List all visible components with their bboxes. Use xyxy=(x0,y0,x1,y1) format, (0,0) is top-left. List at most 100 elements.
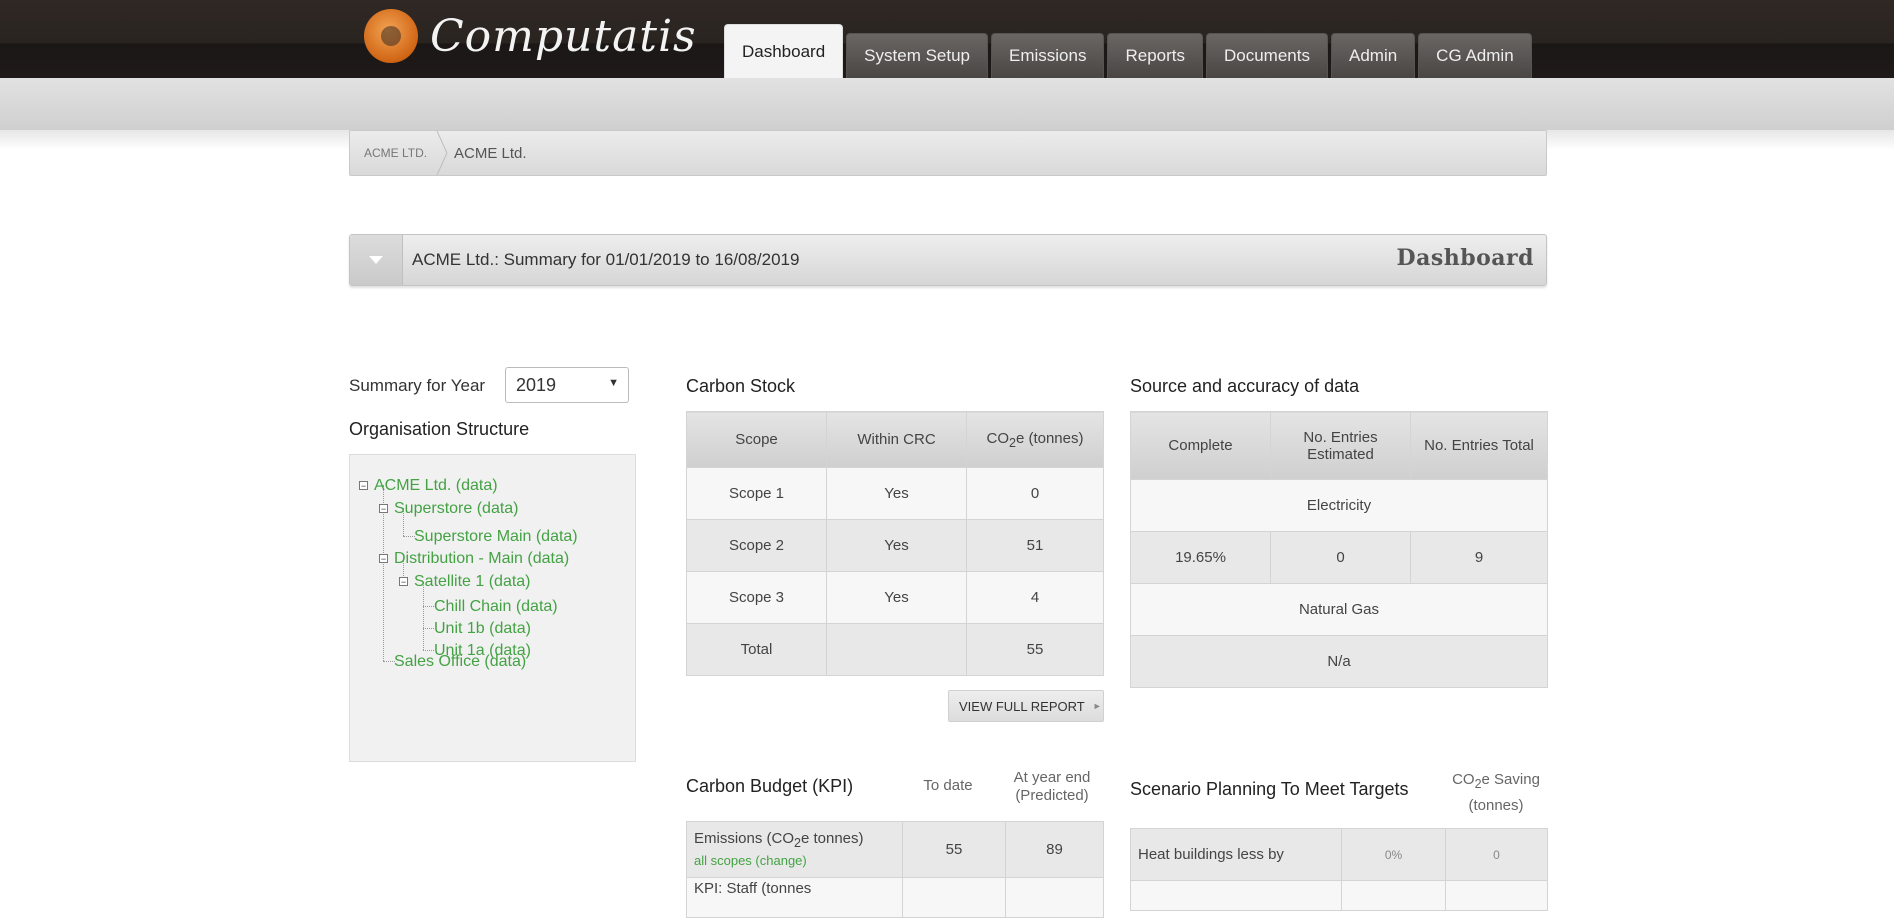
org-structure-heading: Organisation Structure xyxy=(349,419,530,439)
col-header-year-end: At year end (Predicted) xyxy=(1013,769,1091,804)
tab-emissions[interactable]: Emissions xyxy=(991,33,1105,78)
cell-scope: Scope 2 xyxy=(686,519,827,572)
section-row: Natural Gas xyxy=(1130,583,1548,636)
section-row: Electricity xyxy=(1130,479,1548,532)
logo[interactable]: Computatis xyxy=(364,6,697,66)
table-row: Emissions (CO2e tonnes) all scopes (chan… xyxy=(686,821,1104,878)
source-accuracy-table: Complete No. Entries Estimated No. Entri… xyxy=(1130,411,1548,688)
tree-node-unit-1b[interactable]: Unit 1b (data) xyxy=(434,620,531,638)
cell-scenario-percent xyxy=(1341,880,1446,911)
col-header-scope: Scope xyxy=(686,411,827,468)
cell-co2e: 55 xyxy=(966,623,1104,676)
view-full-report-label: VIEW FULL REPORT xyxy=(959,698,1085,714)
cell-complete: 19.65% xyxy=(1130,531,1271,584)
year-select-label: Summary for Year xyxy=(349,376,486,395)
carbon-budget-table: Emissions (CO2e tonnes) all scopes (chan… xyxy=(686,821,1104,918)
table-row: Scope 3 Yes 4 xyxy=(686,571,1104,624)
cell-scope: Scope 1 xyxy=(686,467,827,520)
cell-scenario-label: Heat buildings less by xyxy=(1130,828,1342,881)
collapse-icon[interactable]: − xyxy=(359,481,368,491)
main-tabs: Dashboard System Setup Emissions Reports… xyxy=(724,24,1532,78)
cell-emissions-label: Emissions (CO2e tonnes) all scopes (chan… xyxy=(686,821,903,878)
col-header-within-crc: Within CRC xyxy=(826,411,967,468)
view-full-report-button[interactable]: VIEW FULL REPORT ► xyxy=(948,690,1104,722)
cell-scenario-label xyxy=(1130,880,1342,911)
table-row: Heat buildings less by 0% 0 xyxy=(1130,828,1548,881)
cell-within-crc: Yes xyxy=(826,467,967,520)
collapse-icon[interactable]: − xyxy=(379,504,388,514)
year-select[interactable]: 2019 ▼ xyxy=(505,367,629,403)
cell-co2e: 0 xyxy=(966,467,1104,520)
cell-scope: Total xyxy=(686,623,827,676)
collapse-icon[interactable]: − xyxy=(399,577,408,587)
cell-year-end: 89 xyxy=(1005,821,1104,878)
tree-node-distribution-main[interactable]: Distribution - Main (data) xyxy=(394,550,569,568)
tab-reports[interactable]: Reports xyxy=(1107,33,1203,78)
scenario-table: Heat buildings less by 0% 0 xyxy=(1130,828,1548,911)
table-row: N/a xyxy=(1130,635,1548,688)
breadcrumb-separator-icon xyxy=(436,131,448,175)
tree-node-superstore-main[interactable]: Superstore Main (data) xyxy=(414,528,578,546)
tree-node-sales-office[interactable]: Sales Office (data) xyxy=(394,653,526,671)
cell-to-date: 55 xyxy=(902,821,1006,878)
tree-node-satellite-1[interactable]: Satellite 1 (data) xyxy=(414,573,531,591)
cell-to-date xyxy=(902,877,1006,918)
cell-within-crc xyxy=(826,623,967,676)
collapse-icon[interactable]: − xyxy=(379,554,388,564)
cell-scenario-percent[interactable]: 0% xyxy=(1341,828,1446,881)
col-header-co2e-saving: CO2e Saving (tonnes) xyxy=(1452,771,1540,814)
col-header-to-date: To date xyxy=(923,777,973,794)
scenario-heading: Scenario Planning To Meet Targets xyxy=(1130,779,1409,799)
tab-admin[interactable]: Admin xyxy=(1330,33,1416,78)
logo-text: Computatis xyxy=(430,10,697,62)
tab-dashboard[interactable]: Dashboard xyxy=(724,24,844,78)
section-name-electricity: Electricity xyxy=(1130,479,1548,532)
tree-connector xyxy=(423,628,434,629)
cell-within-crc: Yes xyxy=(826,519,967,572)
col-header-complete: Complete xyxy=(1130,411,1271,480)
change-scopes-link[interactable]: all scopes (change) xyxy=(694,853,807,868)
table-row: 19.65% 0 9 xyxy=(1130,531,1548,584)
tree-node-chill-chain[interactable]: Chill Chain (data) xyxy=(434,598,558,616)
source-accuracy-heading: Source and accuracy of data xyxy=(1130,376,1360,396)
tab-documents[interactable]: Documents xyxy=(1206,33,1328,78)
carbon-stock-heading: Carbon Stock xyxy=(686,376,796,396)
cell-scenario-saving: 0 xyxy=(1445,828,1548,881)
cell-co2e: 51 xyxy=(966,519,1104,572)
summary-title: ACME Ltd.: Summary for 01/01/2019 to 16/… xyxy=(412,250,800,269)
cell-kpi-label: KPI: Staff (tonnes xyxy=(686,877,903,918)
table-row xyxy=(1130,880,1548,911)
table-row: KPI: Staff (tonnes xyxy=(686,877,1104,918)
cell-scope: Scope 3 xyxy=(686,571,827,624)
section-title: Dashboard xyxy=(1396,245,1534,271)
org-tree: − ACME Ltd. (data) − Superstore (data) S… xyxy=(349,454,636,762)
dropdown-arrow-icon: ▼ xyxy=(608,377,619,389)
sub-navigation-bar xyxy=(0,78,1894,130)
logo-mark-icon xyxy=(364,9,418,63)
tree-connector xyxy=(423,582,424,650)
tree-connector xyxy=(423,606,434,607)
cell-not-available: N/a xyxy=(1130,635,1548,688)
tree-node-acme-ltd[interactable]: ACME Ltd. (data) xyxy=(374,477,498,495)
cell-co2e: 4 xyxy=(966,571,1104,624)
tab-cg-admin[interactable]: CG Admin xyxy=(1418,33,1532,78)
cell-entries-total: 9 xyxy=(1410,531,1548,584)
table-row: Scope 2 Yes 51 xyxy=(686,519,1104,572)
summary-header-bar: ACME Ltd.: Summary for 01/01/2019 to 16/… xyxy=(349,234,1547,286)
col-header-co2e: CO2e (tonnes) xyxy=(966,411,1104,468)
section-name-natural-gas: Natural Gas xyxy=(1130,583,1548,636)
year-select-value: 2019 xyxy=(516,375,557,395)
tree-connector xyxy=(423,650,434,651)
breadcrumb: ACME LTD. ACME Ltd. xyxy=(349,130,1547,176)
collapse-toggle-button[interactable] xyxy=(350,235,403,285)
tab-system-setup[interactable]: System Setup xyxy=(846,33,988,78)
col-header-entries-estimated: No. Entries Estimated xyxy=(1270,411,1411,480)
table-row-total: Total 55 xyxy=(686,623,1104,676)
tree-node-superstore[interactable]: Superstore (data) xyxy=(394,500,519,518)
table-row: Scope 1 Yes 0 xyxy=(686,467,1104,520)
cell-entries-estimated: 0 xyxy=(1270,531,1411,584)
breadcrumb-root[interactable]: ACME LTD. xyxy=(364,146,427,160)
cell-within-crc: Yes xyxy=(826,571,967,624)
carbon-budget-heading: Carbon Budget (KPI) xyxy=(686,776,854,796)
carbon-stock-table: Scope Within CRC CO2e (tonnes) Scope 1 Y… xyxy=(686,411,1104,676)
